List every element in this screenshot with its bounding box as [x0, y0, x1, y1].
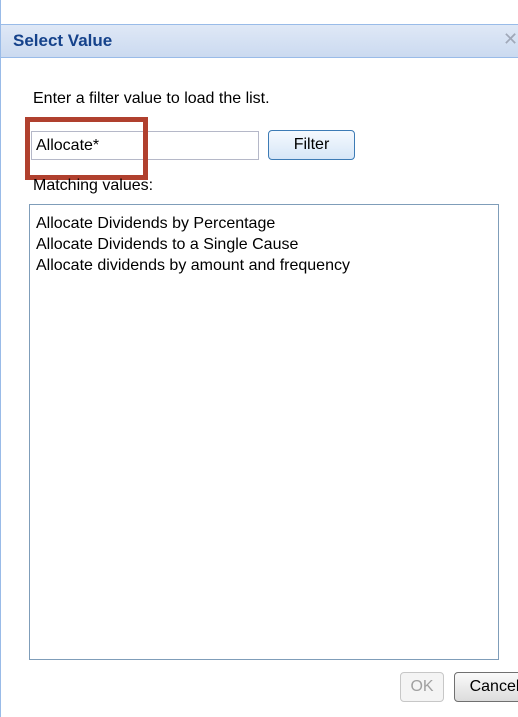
list-item[interactable]: Allocate Dividends to a Single Cause [36, 234, 492, 255]
matching-values-list[interactable]: Allocate Dividends by Percentage Allocat… [29, 204, 499, 660]
list-item[interactable]: Allocate Dividends by Percentage [36, 213, 492, 234]
select-value-dialog: Select Value ✕ Enter a filter value to l… [0, 0, 518, 717]
ok-button[interactable]: OK [400, 672, 444, 702]
filter-button[interactable]: Filter [268, 130, 355, 160]
cancel-button[interactable]: Cancel [454, 672, 518, 702]
dialog-title: Select Value [13, 31, 113, 50]
matching-values-label: Matching values: [33, 177, 154, 194]
filter-instruction: Enter a filter value to load the list. [33, 90, 270, 107]
close-icon[interactable]: ✕ [503, 29, 518, 49]
dialog-titlebar: Select Value ✕ [1, 24, 518, 58]
list-item[interactable]: Allocate dividends by amount and frequen… [36, 255, 492, 276]
filter-input[interactable] [31, 131, 259, 160]
